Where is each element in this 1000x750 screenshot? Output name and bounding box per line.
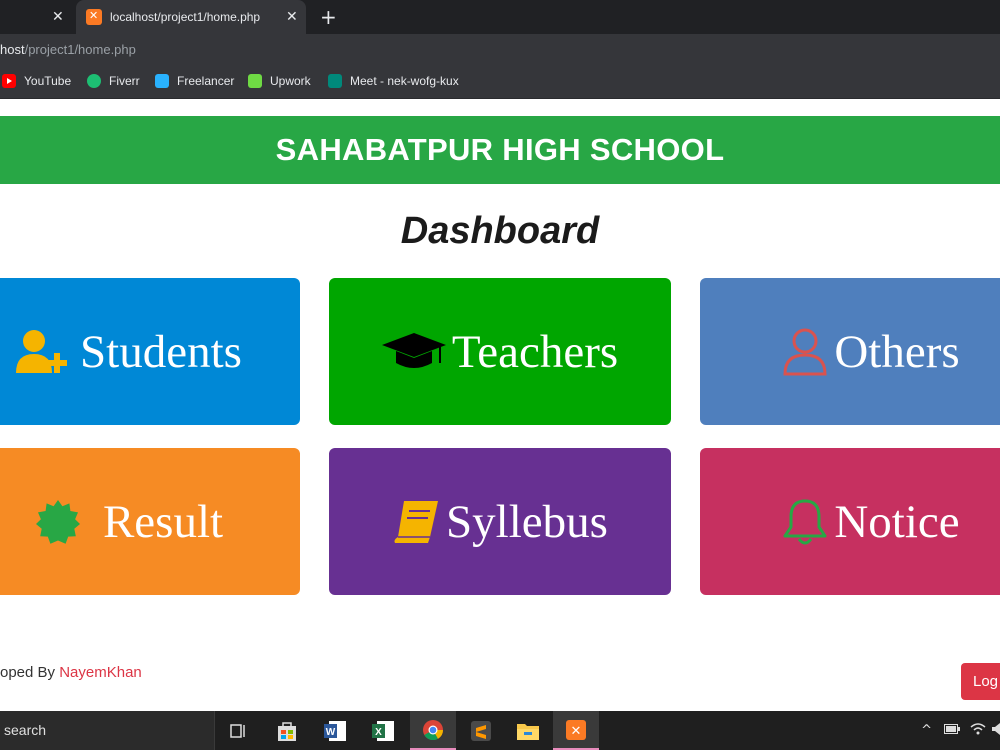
meet-icon — [328, 74, 342, 88]
store-icon[interactable] — [264, 711, 310, 750]
svg-text:X: X — [375, 727, 382, 738]
footer-credit: oped By NayemKhan — [0, 664, 142, 681]
bookmark-fiverr[interactable]: Fiverr — [87, 74, 140, 88]
bookmark-youtube[interactable]: YouTube — [2, 74, 71, 88]
wifi-icon[interactable] — [970, 722, 986, 740]
card-label: Students — [80, 325, 242, 378]
word-icon[interactable]: W — [312, 711, 358, 750]
bookmark-meet[interactable]: Meet - nek-wofg-kux — [328, 74, 459, 88]
excel-icon[interactable]: X — [360, 711, 406, 750]
svg-text:✕: ✕ — [571, 724, 582, 739]
user-outline-icon — [782, 327, 828, 377]
taskbar-search-box[interactable]: search — [0, 711, 215, 750]
bookmark-upwork[interactable]: Upwork — [248, 74, 311, 88]
book-icon — [392, 499, 440, 545]
upwork-icon — [248, 74, 262, 88]
card-students[interactable]: Students — [0, 278, 300, 425]
browser-tab-active[interactable]: localhost/project1/home.php ✕ — [76, 0, 306, 34]
card-label: Syllebus — [446, 495, 608, 548]
bookmark-label: Meet - nek-wofg-kux — [350, 74, 459, 88]
school-header: SAHABATPUR HIGH SCHOOL — [0, 116, 1000, 184]
volume-icon[interactable] — [992, 722, 1000, 740]
card-syllebus[interactable]: Syllebus — [329, 448, 671, 595]
address-bar[interactable]: host/project1/home.php — [0, 34, 1000, 66]
footer-author-link[interactable]: NayemKhan — [59, 664, 142, 681]
bookmark-label: YouTube — [24, 74, 72, 88]
card-teachers[interactable]: Teachers — [329, 278, 671, 425]
new-tab-button[interactable]: + — [320, 5, 337, 29]
card-notice[interactable]: Notice — [700, 448, 1000, 595]
tray-chevron-up-icon[interactable]: ^ — [921, 723, 932, 738]
windows-taskbar: search W X ✕ ^ — [0, 711, 1000, 750]
card-label: Teachers — [451, 325, 619, 378]
card-label: Notice — [834, 495, 960, 548]
system-tray: ^ — [921, 711, 1000, 750]
user-plus-icon — [16, 329, 74, 375]
url-text[interactable]: host/project1/home.php — [0, 42, 136, 57]
badge-icon — [35, 499, 81, 545]
logout-button[interactable]: Log — [961, 663, 1000, 700]
bell-icon — [782, 497, 828, 547]
footer-prefix: oped By — [0, 664, 60, 681]
bookmark-label: Upwork — [270, 74, 311, 88]
battery-icon[interactable] — [944, 723, 960, 738]
svg-text:W: W — [326, 727, 336, 738]
url-host: host — [0, 42, 25, 57]
graduation-cap-icon — [381, 329, 446, 375]
youtube-icon — [2, 74, 16, 88]
card-label: Result — [102, 495, 224, 548]
xampp-favicon-icon — [86, 9, 102, 25]
bookmarks-bar: YouTube Fiverr Freelancer Upwork Meet - … — [0, 66, 1000, 99]
card-others[interactable]: Others — [700, 278, 1000, 425]
tab-title: localhost/project1/home.php — [110, 10, 261, 24]
tab-close-icon[interactable]: ✕ — [52, 9, 64, 25]
xampp-icon[interactable]: ✕ — [553, 711, 599, 750]
bookmark-freelancer[interactable]: Freelancer — [155, 74, 234, 88]
freelancer-icon — [155, 74, 169, 88]
url-path: /project1/home.php — [24, 42, 136, 57]
task-view-icon[interactable] — [216, 711, 262, 750]
sublime-icon[interactable] — [458, 711, 504, 750]
card-result[interactable]: Result — [0, 448, 300, 595]
page-title: Dashboard — [400, 210, 600, 252]
tab-close-icon[interactable]: ✕ — [286, 9, 298, 25]
file-explorer-icon[interactable] — [505, 711, 551, 750]
card-label: Others — [834, 325, 960, 378]
chrome-icon[interactable] — [410, 711, 456, 750]
browser-tab-previous[interactable]: ✕ — [0, 0, 72, 34]
taskbar-search-placeholder: search — [4, 722, 47, 738]
bookmark-label: Fiverr — [109, 74, 140, 88]
bookmark-label: Freelancer — [177, 74, 235, 88]
browser-tab-bar: ✕ localhost/project1/home.php ✕ + — [0, 0, 1000, 34]
fiverr-icon — [87, 74, 101, 88]
school-name: SAHABATPUR HIGH SCHOOL — [275, 132, 725, 167]
